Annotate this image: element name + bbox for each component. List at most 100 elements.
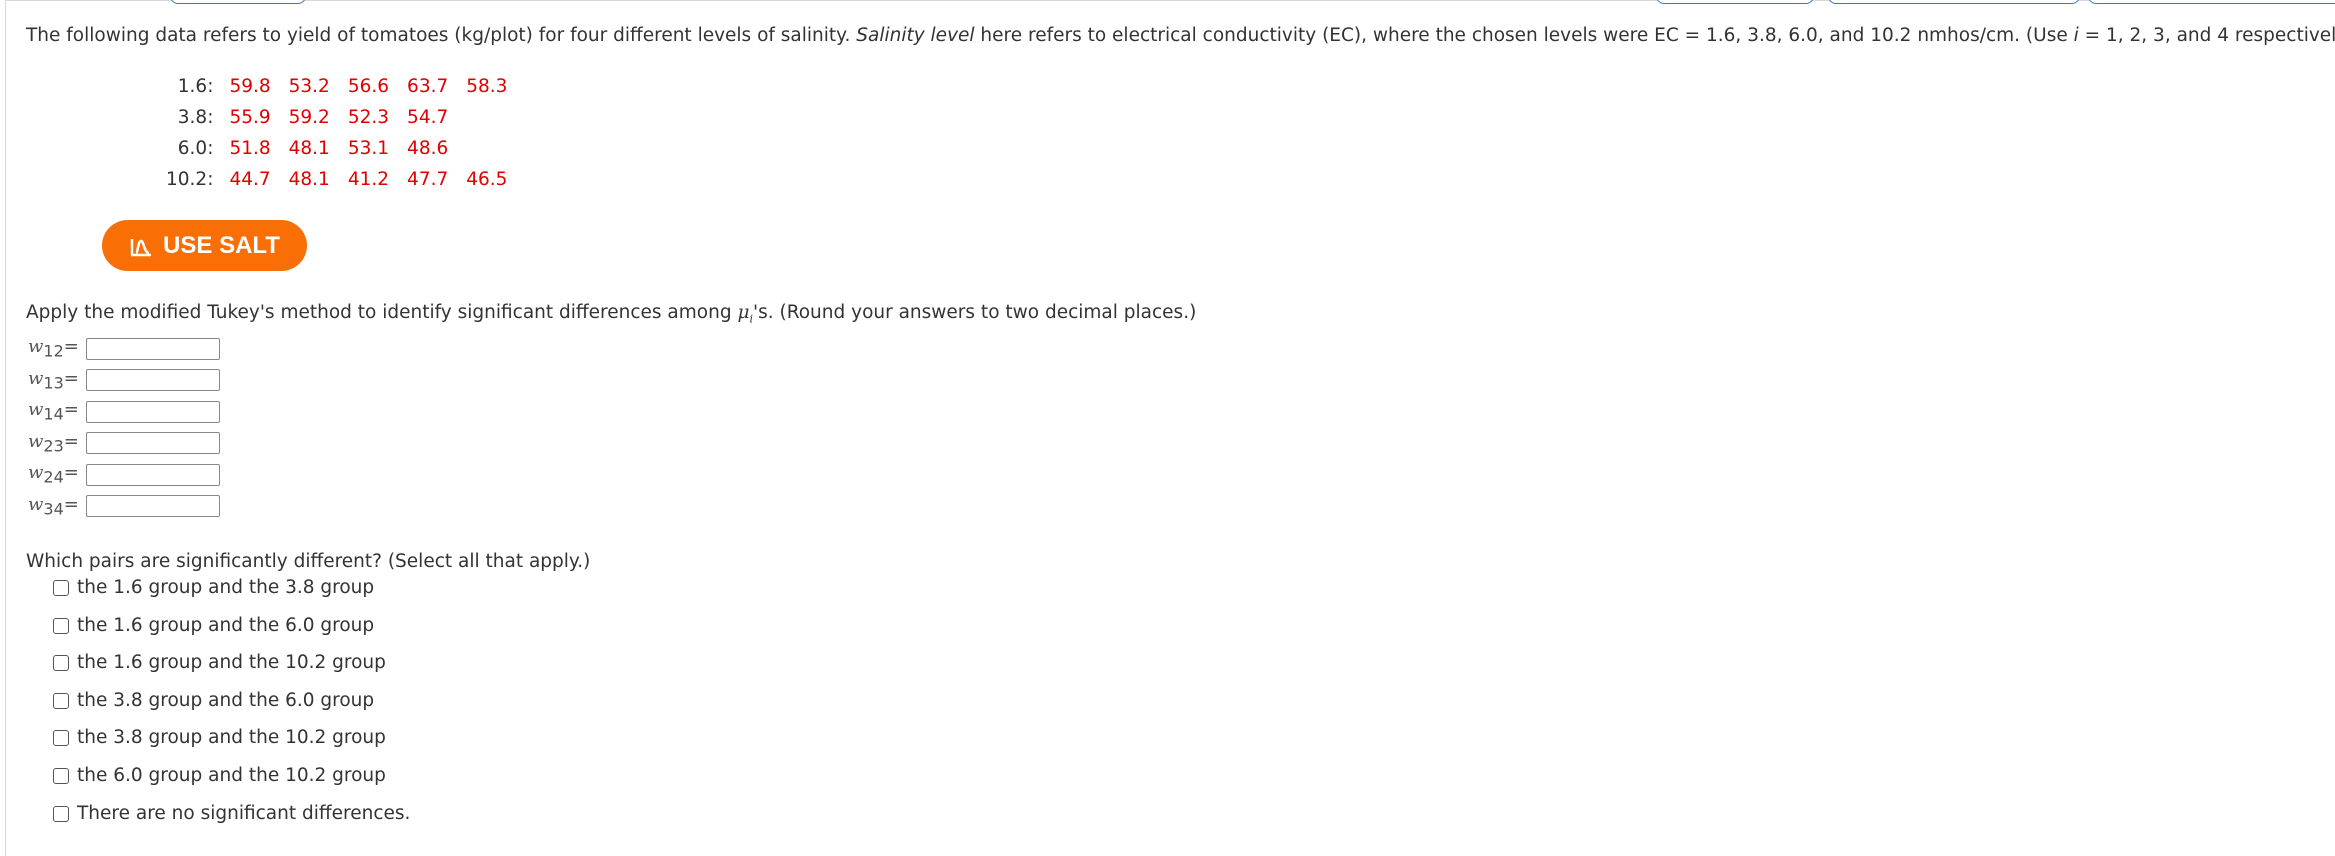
w-label: w24= <box>28 462 86 487</box>
w-label: w12= <box>28 336 86 361</box>
w-row: w14= <box>28 396 220 428</box>
w-subscript: 12 <box>43 342 64 362</box>
pair-choice[interactable]: the 1.6 group and the 6.0 group <box>53 613 410 651</box>
pairs-checkbox-list: the 1.6 group and the 3.8 group the 1.6 g… <box>53 575 410 838</box>
w-symbol: w <box>28 462 44 484</box>
yield-value: 55.9 <box>229 107 271 128</box>
salinity-level-label: 10.2: <box>166 169 214 190</box>
equals-sign: = <box>63 462 79 484</box>
choice-label: the 6.0 group and the 10.2 group <box>77 764 386 786</box>
question-page: The following data refers to yield of to… <box>5 0 2335 856</box>
yield-value: 48.6 <box>407 138 449 159</box>
salinity-level-label: 3.8: <box>177 107 214 128</box>
data-row: 1.6: 59.8 53.2 56.6 63.7 58.3 <box>166 71 525 102</box>
top-nav-button[interactable] <box>1656 0 1814 4</box>
pair-choice[interactable]: the 1.6 group and the 10.2 group <box>53 650 410 688</box>
pair-choice[interactable]: the 3.8 group and the 10.2 group <box>53 725 410 763</box>
instruction-part: 's. (Round your answers to two decimal p… <box>753 302 1197 323</box>
w-label: w13= <box>28 368 86 393</box>
pairs-question: Which pairs are significantly different?… <box>26 551 591 572</box>
yield-value: 58.3 <box>466 76 508 97</box>
yield-value: 41.2 <box>347 169 390 190</box>
checkbox[interactable] <box>53 730 69 747</box>
pair-choice[interactable]: There are no significant differences. <box>53 801 410 839</box>
yield-value: 59.2 <box>288 107 330 128</box>
checkbox[interactable] <box>53 617 69 634</box>
yield-value: 56.6 <box>347 76 390 97</box>
pair-choice[interactable]: the 6.0 group and the 10.2 group <box>53 763 410 801</box>
use-salt-button[interactable]: USE SALT <box>102 220 307 271</box>
yield-value: 51.8 <box>229 138 271 159</box>
top-nav-button[interactable] <box>2088 0 2335 4</box>
salt-chart-icon <box>130 238 152 256</box>
w-row: w13= <box>28 365 220 397</box>
choice-label: the 1.6 group and the 3.8 group <box>77 577 375 598</box>
equals-sign: = <box>63 399 79 421</box>
w-label: w34= <box>28 494 86 519</box>
data-table: 1.6: 59.8 53.2 56.6 63.7 58.3 3.8: 55.9 59.2 52.3… <box>166 71 525 195</box>
w-row: w23= <box>28 428 220 460</box>
w-label: w23= <box>28 431 86 456</box>
equals-sign: = <box>63 430 79 452</box>
choice-label: There are no significant differences. <box>77 802 411 824</box>
w-symbol: w <box>28 367 44 389</box>
w12-input[interactable] <box>86 337 220 360</box>
choice-label: the 1.6 group and the 6.0 group <box>77 614 375 636</box>
yield-value: 63.7 <box>407 76 449 97</box>
w-subscript: 13 <box>43 373 64 393</box>
w-subscript: 24 <box>43 468 64 488</box>
intro-italic-term: Salinity level <box>856 25 975 46</box>
w-subscript: 34 <box>43 499 64 519</box>
pair-choice[interactable]: the 1.6 group and the 3.8 group <box>53 575 410 613</box>
yield-value: 44.7 <box>229 169 271 190</box>
top-nav-button[interactable] <box>1828 0 2080 4</box>
yield-value: 48.1 <box>288 138 330 159</box>
choice-label: the 3.8 group and the 6.0 group <box>77 689 375 711</box>
intro-text: The following data refers to yield of to… <box>26 25 857 46</box>
instruction-text: Apply the modified Tukey's method to ide… <box>26 300 1196 333</box>
checkbox[interactable] <box>53 580 69 596</box>
w23-input[interactable] <box>86 432 220 455</box>
w24-input[interactable] <box>86 463 220 486</box>
data-row: 6.0: 51.8 48.1 53.1 48.6 <box>166 133 525 164</box>
w-row: w24= <box>28 459 220 491</box>
yield-value <box>466 133 525 164</box>
intro-text: here refers to electrical conductivity (… <box>974 25 2074 46</box>
yield-value: 53.2 <box>288 76 330 97</box>
mu-symbol: μi <box>737 302 753 326</box>
mu-letter: μ <box>737 302 750 323</box>
yield-value: 47.7 <box>407 169 449 190</box>
problem-intro: The following data refers to yield of to… <box>26 23 2335 49</box>
salinity-level-label: 1.6: <box>177 76 214 97</box>
intro-text: = 1, 2, 3, and 4 respectively.) <box>2078 25 2335 46</box>
top-nav-button[interactable] <box>170 0 306 4</box>
use-salt-label: USE SALT <box>163 231 280 259</box>
equals-sign: = <box>63 367 79 389</box>
w14-input[interactable] <box>86 400 220 423</box>
data-row: 3.8: 55.9 59.2 52.3 54.7 <box>166 102 525 133</box>
checkbox[interactable] <box>53 692 69 709</box>
checkbox[interactable] <box>53 767 69 784</box>
w-symbol: w <box>28 493 44 515</box>
w34-input[interactable] <box>86 495 220 518</box>
instruction-part: Apply the modified Tukey's method to ide… <box>26 302 738 323</box>
equals-sign: = <box>63 336 79 358</box>
w-answer-fields: w12= w13= w14= w23= w24= w34= <box>28 333 220 522</box>
checkbox[interactable] <box>53 655 69 672</box>
choice-label: the 1.6 group and the 10.2 group <box>77 652 386 674</box>
yield-value: 48.1 <box>288 169 330 190</box>
yield-value: 54.7 <box>407 107 449 128</box>
data-row: 10.2: 44.7 48.1 41.2 47.7 46.5 <box>166 164 525 195</box>
checkbox[interactable] <box>53 805 69 822</box>
w-symbol: w <box>28 399 44 421</box>
yield-value: 52.3 <box>347 107 390 128</box>
pair-choice[interactable]: the 3.8 group and the 6.0 group <box>53 688 410 726</box>
w-row: w12= <box>28 333 220 365</box>
yield-value: 53.1 <box>347 138 390 159</box>
w-symbol: w <box>28 336 44 358</box>
w13-input[interactable] <box>86 369 220 392</box>
w-label: w14= <box>28 399 86 424</box>
w-subscript: 23 <box>43 436 64 456</box>
yield-value: 46.5 <box>466 169 508 190</box>
choice-label: the 3.8 group and the 10.2 group <box>77 727 386 749</box>
